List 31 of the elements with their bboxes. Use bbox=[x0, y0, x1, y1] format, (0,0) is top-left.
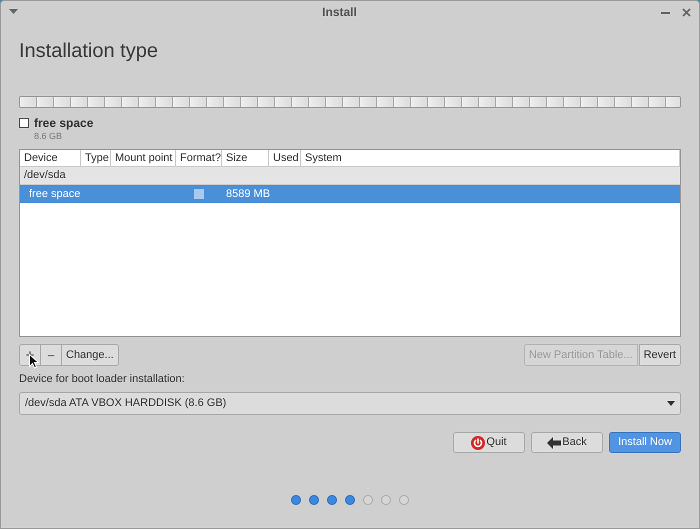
dropdown-value: /dev/sda ATA VBOX HARDDISK (8.6 GB) bbox=[25, 396, 228, 412]
dropdown-arrow-icon bbox=[667, 401, 675, 406]
cursor-icon bbox=[29, 354, 39, 369]
window-menu-icon[interactable] bbox=[9, 9, 18, 15]
column-header[interactable]: Format? bbox=[176, 150, 222, 166]
left-arrow-icon bbox=[547, 436, 562, 448]
table-cell-text: 8589 MB bbox=[226, 186, 270, 202]
format-checkbox[interactable] bbox=[194, 189, 204, 199]
device-name: /dev/sda bbox=[23, 168, 67, 184]
legend-checkbox[interactable] bbox=[19, 118, 29, 128]
column-header[interactable]: Device bbox=[20, 150, 81, 166]
column-header[interactable]: Used bbox=[269, 150, 301, 166]
revert-button[interactable]: Revert bbox=[638, 344, 681, 366]
remove-partition-button[interactable]: − bbox=[41, 344, 62, 366]
legend-label: free space bbox=[34, 116, 94, 130]
boot-loader-dropdown[interactable]: /dev/sda ATA VBOX HARDDISK (8.6 GB) bbox=[19, 392, 681, 415]
legend-size: 8.6 GB bbox=[34, 130, 64, 142]
quit-button[interactable]: Quit bbox=[453, 432, 525, 453]
column-header[interactable]: Mount point bbox=[111, 150, 176, 166]
boot-loader-label: Device for boot loader installation: bbox=[19, 372, 186, 386]
power-icon bbox=[471, 436, 486, 450]
column-header[interactable]: System bbox=[301, 150, 680, 166]
close-icon[interactable] bbox=[682, 8, 691, 16]
window-title: Install bbox=[321, 4, 358, 21]
column-header[interactable]: Type bbox=[81, 150, 111, 166]
back-button[interactable]: Back bbox=[531, 432, 603, 453]
change-button[interactable]: Change... bbox=[62, 344, 119, 366]
page-title: Installation type bbox=[19, 39, 159, 64]
table-cell-text: free space bbox=[29, 186, 80, 202]
column-header[interactable]: Size bbox=[222, 150, 269, 166]
device-row[interactable]: /dev/sda bbox=[20, 167, 680, 185]
